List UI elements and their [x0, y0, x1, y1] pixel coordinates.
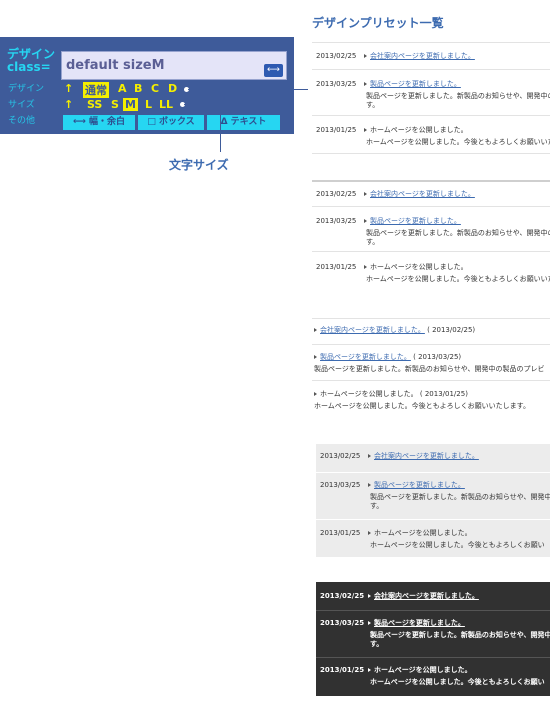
item-link[interactable]: 会社案内ページを更新しました。	[374, 592, 479, 600]
size-selector: SS S M L LL	[87, 98, 187, 112]
item-date: ( 2013/02/25)	[427, 326, 476, 334]
box-button[interactable]: □ ボックス	[138, 115, 204, 130]
item-text: 製品ページを更新しました。新製品のお知らせや、開発中	[370, 493, 550, 501]
size-label: サイズ	[8, 100, 35, 110]
item-link[interactable]: 会社案内ページを更新しました。	[374, 452, 479, 460]
item-link[interactable]: 製品ページを更新しました。	[374, 481, 465, 489]
size-option-ss[interactable]: SS	[87, 98, 102, 111]
triangle-bullet-icon	[364, 219, 367, 223]
width-margin-button[interactable]: ⟷ 幅・余白	[63, 115, 135, 130]
item-text: ホームページを公開しました。今後ともよろしくお願いいたします。	[314, 402, 530, 410]
item-link[interactable]: 製品ページを更新しました。	[370, 80, 461, 88]
item-text: ホームページを公開しました。今後ともよろしくお願いいた	[366, 275, 550, 283]
triangle-bullet-icon	[368, 621, 371, 625]
triangle-bullet-icon	[314, 328, 317, 332]
size-option-ll[interactable]: LL	[159, 98, 173, 111]
item-text: 製品ページを更新しました。新製品のお知らせや、開発中の	[366, 229, 550, 237]
item-link[interactable]: 会社案内ページを更新しました。	[370, 190, 475, 198]
item-date: 2013/01/25	[316, 126, 357, 134]
preset-list-1: 2013/02/25 会社案内ページを更新しました。 2013/03/25 製品…	[312, 42, 550, 162]
triangle-bullet-icon	[364, 82, 367, 86]
item-date: 2013/03/25	[320, 481, 361, 489]
item-link[interactable]: 製品ページを更新しました。	[370, 217, 461, 225]
preset-list-3: 会社案内ページを更新しました。 ( 2013/02/25) 製品ページを更新しま…	[312, 318, 550, 418]
triangle-bullet-icon	[364, 54, 367, 58]
triangle-bullet-icon	[314, 355, 317, 359]
item-link[interactable]: ホームページを公開しました。	[370, 126, 468, 134]
item-date: 2013/03/25	[316, 80, 357, 88]
item-date: 2013/02/25	[316, 52, 357, 60]
item-text: 製品ページを更新しました。新製品のお知らせや、開発中の	[366, 92, 550, 100]
design-option-d[interactable]: D	[168, 82, 177, 95]
swap-arrows-icon[interactable]: ⟷	[264, 64, 283, 77]
text-button[interactable]: Δ テキスト	[207, 115, 280, 130]
triangle-bullet-icon	[368, 483, 371, 487]
triangle-bullet-icon	[314, 392, 317, 396]
design-option-a[interactable]: A	[118, 82, 127, 95]
item-date: 2013/01/25	[320, 529, 361, 537]
item-date: 2013/03/25	[320, 619, 365, 627]
design-option-normal[interactable]: 通常	[83, 82, 109, 98]
item-text: す。	[366, 238, 380, 246]
class-label: デザインclass=	[7, 47, 56, 74]
triangle-bullet-icon	[368, 454, 371, 458]
triangle-bullet-icon	[368, 531, 371, 535]
size-callout-line-vertical	[220, 104, 221, 152]
preset-list-4: 2013/02/25 会社案内ページを更新しました。 2013/03/25 製品…	[316, 444, 550, 557]
item-link[interactable]: 製品ページを更新しました。	[374, 619, 465, 627]
triangle-bullet-icon	[364, 192, 367, 196]
item-date: 2013/01/25	[316, 263, 357, 271]
arrow-up-icon: ↑	[64, 82, 74, 95]
triangle-bullet-icon	[368, 668, 371, 672]
design-selector: 通常 A B C D	[83, 82, 193, 98]
item-text: ホームページを公開しました。今後ともよろしくお願い	[370, 541, 545, 549]
arrow-up-icon: ↑	[64, 98, 74, 111]
item-text: す。	[370, 502, 384, 510]
class-output-field[interactable]: default sizeM ⟷	[61, 51, 287, 80]
item-text: す。	[366, 101, 380, 109]
page-title: デザインプリセット一覧	[312, 16, 444, 30]
item-date: 2013/02/25	[316, 190, 357, 198]
item-link[interactable]: 会社案内ページを更新しました。	[370, 52, 475, 60]
other-label: その他	[8, 116, 36, 126]
size-option-s[interactable]: S	[111, 98, 119, 111]
item-link[interactable]: ホームページを公開しました。	[320, 390, 418, 398]
item-text: 製品ページを更新しました。新製品のお知らせや、開発中の製品のプレビ	[314, 365, 545, 373]
item-date: 2013/02/25	[320, 452, 361, 460]
item-date: ( 2013/01/25)	[419, 390, 468, 398]
item-text: ホームページを公開しました。今後ともよろしくお願いいた	[366, 138, 550, 146]
size-callout-line	[184, 104, 221, 105]
preset-list-2: 2013/02/25 会社案内ページを更新しました。 2013/03/25 製品…	[312, 180, 550, 300]
triangle-bullet-icon	[364, 265, 367, 269]
item-link[interactable]: 会社案内ページを更新しました。	[320, 326, 425, 334]
design-option-c[interactable]: C	[151, 82, 159, 95]
triangle-bullet-icon	[368, 594, 371, 598]
design-label: デザイン	[8, 84, 45, 94]
item-date: 2013/02/25	[320, 592, 365, 600]
preset-list-5: 2013/02/25 会社案内ページを更新しました。 2013/03/25 製品…	[316, 582, 550, 696]
class-value: default sizeM	[66, 58, 165, 73]
size-option-l[interactable]: L	[145, 98, 152, 111]
item-text: す。	[370, 640, 384, 648]
item-link[interactable]: ホームページを公開しました。	[374, 529, 472, 537]
triangle-bullet-icon	[364, 128, 367, 132]
item-link[interactable]: ホームページを公開しました。	[370, 263, 468, 271]
size-option-m[interactable]: M	[123, 98, 138, 111]
item-link[interactable]: ホームページを公開しました。	[374, 666, 472, 674]
item-link[interactable]: 製品ページを更新しました。	[320, 353, 411, 361]
design-callout-line	[188, 89, 308, 90]
item-date: ( 2013/03/25)	[413, 353, 462, 361]
item-text: ホームページを公開しました。今後ともよろしくお願い	[370, 678, 545, 686]
item-date: 2013/01/25	[320, 666, 365, 674]
font-size-callout: 文字サイズ	[169, 158, 229, 172]
design-option-b[interactable]: B	[134, 82, 142, 95]
item-text: 製品ページを更新しました。新製品のお知らせや、開発中	[370, 631, 550, 639]
item-date: 2013/03/25	[316, 217, 357, 225]
